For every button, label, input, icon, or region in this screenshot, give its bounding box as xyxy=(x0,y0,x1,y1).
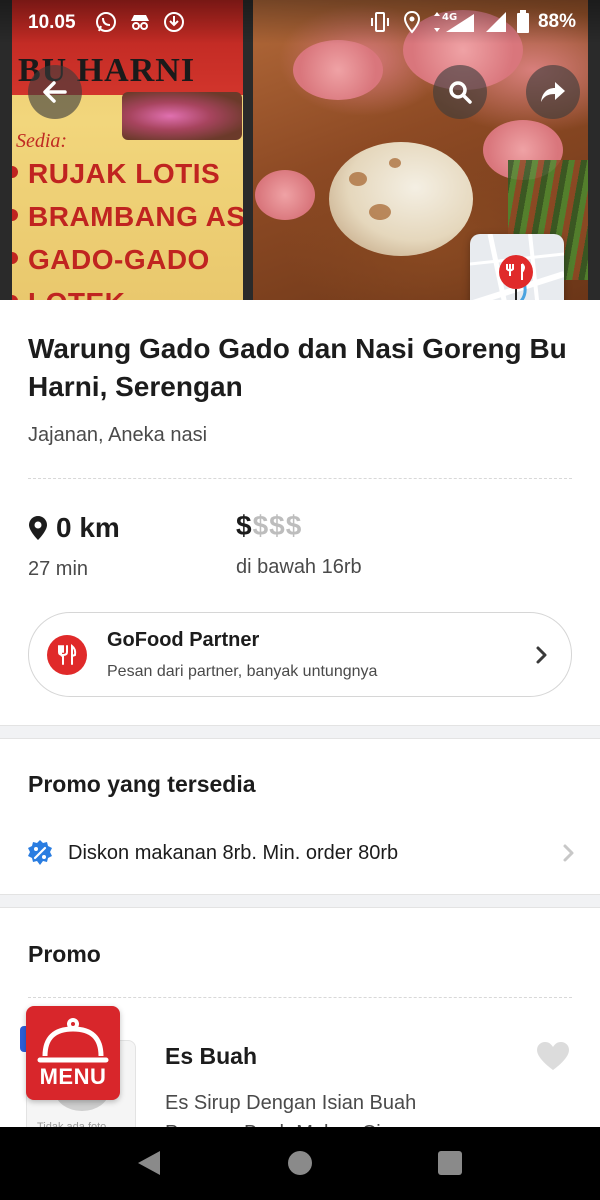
battery-level: 88% xyxy=(537,11,576,32)
price-active: $ xyxy=(236,510,253,541)
sign-subtitle: Sedia: xyxy=(16,130,68,152)
notification-icons xyxy=(94,10,186,34)
sign-menu-list: RUJAK LOTIS BRAMBANG ASEM GADO-GADO LOTE… xyxy=(12,152,243,300)
status-bar: 10.05 4G 88% xyxy=(0,0,600,44)
sign-menu-item: GADO-GADO xyxy=(12,238,243,281)
chevron-right-icon xyxy=(536,646,547,664)
arrow-left-icon xyxy=(43,81,67,103)
battery-icon xyxy=(516,10,529,33)
cracker-shape xyxy=(255,170,315,220)
whatsapp-icon xyxy=(96,12,116,32)
back-button[interactable] xyxy=(28,65,82,119)
restaurant-name: Warung Gado Gado dan Nasi Goreng Bu Harn… xyxy=(28,333,567,402)
price-inactive: $$$ xyxy=(252,510,303,541)
restaurant-hero: BU HARNI Sedia: RUJAK LOTIS BRAMBANG ASE… xyxy=(0,0,600,300)
egg-spot xyxy=(389,158,401,168)
section-separator xyxy=(0,894,600,908)
price-level: $$$$ xyxy=(236,510,302,542)
search-icon xyxy=(449,81,472,104)
menu-button[interactable]: MENU xyxy=(26,1006,120,1100)
egg-spot xyxy=(349,172,367,186)
download-icon xyxy=(164,12,184,32)
distance-value: 0 km xyxy=(56,512,120,543)
signal-4g-icon: 4G xyxy=(433,12,474,32)
location-pin-icon xyxy=(29,516,47,540)
nav-recents-icon[interactable] xyxy=(438,1151,462,1175)
menu-button-label: MENU xyxy=(39,1064,107,1089)
hero-photo-sign: BU HARNI Sedia: RUJAK LOTIS BRAMBANG ASE… xyxy=(12,0,243,300)
promo-heading: Promo xyxy=(28,941,101,967)
menu-item-name: Es Buah xyxy=(165,1043,258,1069)
cracker-shape xyxy=(293,40,383,100)
map-pin-icon xyxy=(470,234,564,300)
divider xyxy=(28,478,572,479)
section-separator xyxy=(0,725,600,739)
distance-info: 0 km xyxy=(28,512,120,544)
nav-home-icon[interactable] xyxy=(288,1151,312,1175)
price-note: di bawah 16rb xyxy=(236,556,362,578)
cutlery-icon xyxy=(58,643,77,665)
vibrate-icon xyxy=(370,12,389,32)
available-promo-heading: Promo yang tersedia xyxy=(28,771,256,797)
restaurant-cuisine: Jajanan, Aneka nasi xyxy=(28,424,208,446)
nav-back-icon[interactable] xyxy=(136,1149,162,1177)
incognito-icon xyxy=(131,15,149,30)
share-button[interactable] xyxy=(526,65,580,119)
partner-subtitle: Pesan dari partner, banyak untungnya xyxy=(107,663,378,680)
heart-icon[interactable] xyxy=(535,1040,571,1072)
sign-menu-item: RUJAK LOTIS xyxy=(12,152,243,195)
location-icon xyxy=(403,10,420,34)
delivery-time: 27 min xyxy=(28,558,89,580)
sign-menu-item: BRAMBANG ASEM xyxy=(12,195,243,238)
share-icon xyxy=(541,82,565,102)
food-cloche-icon xyxy=(37,1018,109,1063)
status-time: 10.05 xyxy=(28,12,76,33)
discount-badge-icon xyxy=(28,840,52,865)
sign-menu-item: LOTEK xyxy=(12,281,243,300)
network-type: 4G xyxy=(442,12,457,23)
promo-text: Diskon makanan 8rb. Min. order 80rb xyxy=(68,841,399,864)
gofood-partner-card[interactable]: GoFood Partner Pesan dari partner, banya… xyxy=(28,612,572,697)
promo-item[interactable]: Diskon makanan 8rb. Min. order 80rb xyxy=(26,838,576,868)
partner-logo xyxy=(47,635,87,675)
signal-icon xyxy=(485,12,506,32)
partner-title: GoFood Partner xyxy=(107,629,260,651)
search-button[interactable] xyxy=(433,65,487,119)
map-thumbnail[interactable] xyxy=(470,234,564,300)
egg-shape xyxy=(329,142,473,256)
status-right: 4G 88% xyxy=(368,10,576,34)
divider xyxy=(28,997,572,998)
sign-food-image xyxy=(122,92,242,140)
system-nav-bar xyxy=(0,1127,600,1200)
chevron-right-icon xyxy=(563,844,574,862)
egg-spot xyxy=(369,204,391,220)
